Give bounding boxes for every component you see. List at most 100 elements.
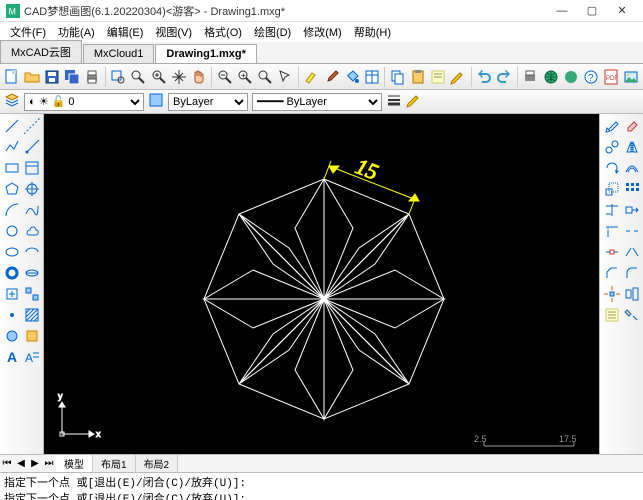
zoom-in-button[interactable] xyxy=(149,66,168,88)
lineweight-button[interactable] xyxy=(386,92,402,111)
new-button[interactable] xyxy=(2,66,21,88)
array-button[interactable] xyxy=(622,179,642,199)
point-button[interactable] xyxy=(2,305,22,325)
revcloud-button[interactable] xyxy=(22,221,42,241)
rect-button[interactable] xyxy=(2,158,22,178)
region-button[interactable] xyxy=(2,326,22,346)
drawing-canvas[interactable]: xy 2.5 17.5 xyxy=(44,114,599,454)
hand-button[interactable] xyxy=(189,66,208,88)
print2-button[interactable] xyxy=(521,66,540,88)
zoom-out-button[interactable] xyxy=(215,66,234,88)
circle-button[interactable] xyxy=(2,221,22,241)
pdf-button[interactable]: PDF xyxy=(602,66,621,88)
note-button[interactable] xyxy=(429,66,448,88)
extend-button[interactable] xyxy=(602,221,622,241)
color-select[interactable]: ByLayer xyxy=(168,93,248,111)
zoom-realtime-button[interactable] xyxy=(256,66,275,88)
cloud-button[interactable] xyxy=(561,66,580,88)
menu-format[interactable]: 格式(O) xyxy=(198,22,248,42)
stretch-button[interactable] xyxy=(622,200,642,220)
ellipse-button[interactable] xyxy=(2,242,22,262)
menu-help[interactable]: 帮助(H) xyxy=(348,22,397,42)
doc-tab-mxcadcloud[interactable]: MxCAD云图 xyxy=(0,40,82,63)
table-button[interactable] xyxy=(362,66,381,88)
tab-model[interactable]: 模型 xyxy=(56,455,93,472)
mirror-button[interactable] xyxy=(622,137,642,157)
rect2-button[interactable] xyxy=(22,158,42,178)
menu-modify[interactable]: 修改(M) xyxy=(297,22,348,42)
layer-select[interactable]: ◐ ☀ 🔓 0 xyxy=(24,93,144,111)
select-button[interactable] xyxy=(276,66,295,88)
clipboard-button[interactable] xyxy=(408,66,427,88)
target-button[interactable] xyxy=(22,179,42,199)
image-button[interactable] xyxy=(622,66,641,88)
nav-last[interactable]: ⏭ xyxy=(42,458,56,469)
rotate-button[interactable] xyxy=(602,158,622,178)
ellipse-arc-button[interactable] xyxy=(22,242,42,262)
undo-button[interactable] xyxy=(475,66,494,88)
menu-edit[interactable]: 编辑(E) xyxy=(101,22,150,42)
hatch-button[interactable] xyxy=(22,305,42,325)
menu-view[interactable]: 视图(V) xyxy=(149,22,198,42)
tab-layout2[interactable]: 布局2 xyxy=(136,455,179,472)
xline-button[interactable] xyxy=(22,116,42,136)
break2-button[interactable] xyxy=(602,242,622,262)
menu-func[interactable]: 功能(A) xyxy=(52,22,101,42)
doc-tab-drawing1[interactable]: Drawing1.mxg* xyxy=(155,44,256,63)
align-button[interactable] xyxy=(622,284,642,304)
ellipse2-button[interactable] xyxy=(22,263,42,283)
minimize-button[interactable]: — xyxy=(547,1,577,21)
help-button[interactable]: ? xyxy=(581,66,600,88)
nav-first[interactable]: ⏮ xyxy=(0,458,14,469)
menu-draw[interactable]: 绘图(D) xyxy=(248,22,297,42)
redo-button[interactable] xyxy=(495,66,514,88)
layer-props-button[interactable] xyxy=(148,92,164,111)
arc-button[interactable] xyxy=(2,200,22,220)
erase-button[interactable] xyxy=(622,116,642,136)
print-button[interactable] xyxy=(83,66,102,88)
fill-button[interactable] xyxy=(342,66,361,88)
layer-manager-button[interactable] xyxy=(4,92,20,111)
close-button[interactable]: ✕ xyxy=(607,1,637,21)
explode-button[interactable] xyxy=(602,284,622,304)
move-button[interactable] xyxy=(602,116,622,136)
matchprop-button[interactable] xyxy=(622,305,642,325)
edit-note-button[interactable] xyxy=(449,66,468,88)
highlight-button[interactable] xyxy=(302,66,321,88)
menu-file[interactable]: 文件(F) xyxy=(4,22,52,42)
polygon-button[interactable] xyxy=(2,179,22,199)
text-button[interactable]: A xyxy=(2,347,22,367)
edit-props-button[interactable] xyxy=(406,92,422,111)
scale-button[interactable] xyxy=(602,179,622,199)
web-button[interactable] xyxy=(541,66,560,88)
fillet-button[interactable] xyxy=(622,263,642,283)
nav-next[interactable]: ▶ xyxy=(28,458,42,469)
maximize-button[interactable]: ▢ xyxy=(577,1,607,21)
nav-prev[interactable]: ◀ xyxy=(14,458,28,469)
linetype-select[interactable]: ━━━━ ByLayer xyxy=(252,93,382,111)
line-button[interactable] xyxy=(2,116,22,136)
paint-button[interactable] xyxy=(322,66,341,88)
wipeout-button[interactable] xyxy=(22,326,42,346)
pan-button[interactable] xyxy=(169,66,188,88)
ray-button[interactable] xyxy=(22,137,42,157)
zoom-in2-button[interactable]: + xyxy=(235,66,254,88)
join-button[interactable] xyxy=(622,242,642,262)
block-button[interactable] xyxy=(22,284,42,304)
spline-button[interactable] xyxy=(22,200,42,220)
trim-button[interactable] xyxy=(602,200,622,220)
zoom-extents-button[interactable] xyxy=(129,66,148,88)
open-button[interactable] xyxy=(22,66,41,88)
properties-button[interactable] xyxy=(602,305,622,325)
break-button[interactable] xyxy=(622,221,642,241)
zoom-window-button[interactable] xyxy=(109,66,128,88)
copy-button[interactable] xyxy=(388,66,407,88)
copy2-button[interactable] xyxy=(602,137,622,157)
command-area[interactable]: 指定下一个点 或[退出(E)/闭合(C)/放弃(U)]: 指定下一个点 或[退出… xyxy=(0,472,643,500)
insert-button[interactable] xyxy=(2,284,22,304)
doc-tab-mxcloud1[interactable]: MxCloud1 xyxy=(83,44,155,63)
save-as-button[interactable] xyxy=(62,66,81,88)
chamfer-button[interactable] xyxy=(602,263,622,283)
offset-button[interactable] xyxy=(622,158,642,178)
save-button[interactable] xyxy=(42,66,61,88)
